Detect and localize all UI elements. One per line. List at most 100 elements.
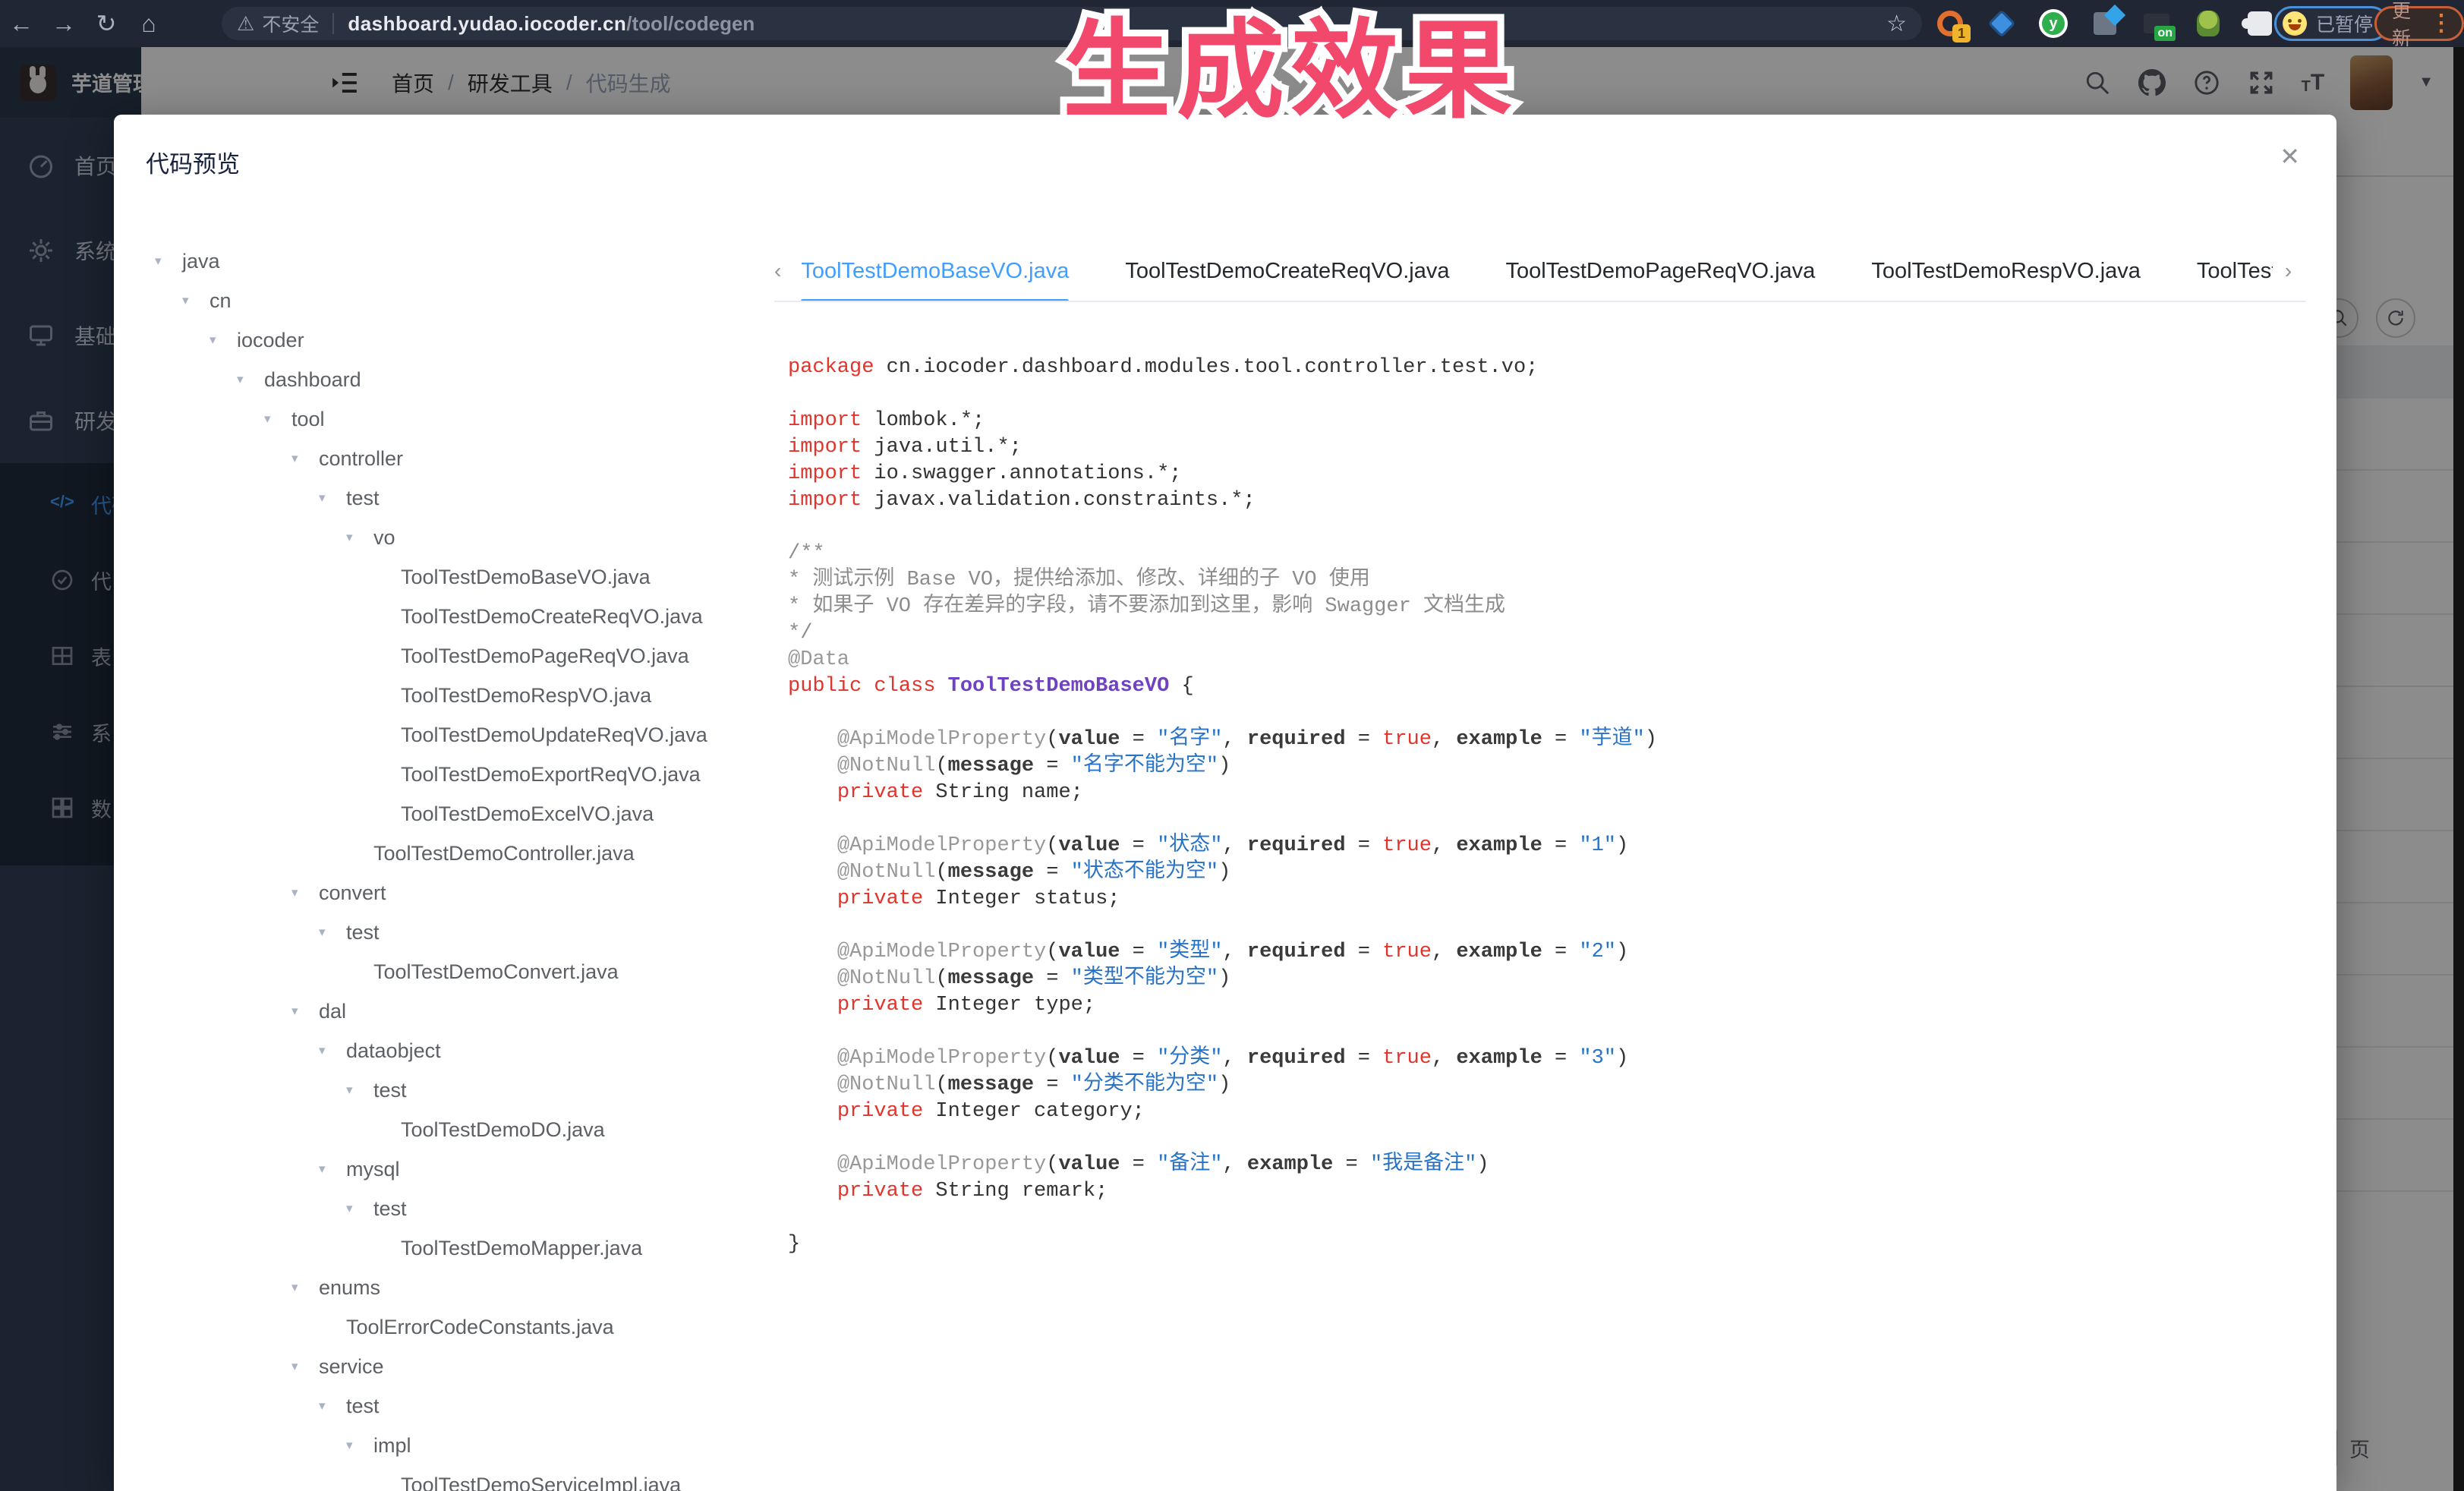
tree-node[interactable]: ToolTestDemoExcelVO.java xyxy=(114,794,782,834)
caret-down-icon[interactable]: ▾ xyxy=(319,1043,346,1058)
code-line xyxy=(788,1205,2321,1231)
tree-node[interactable]: ▾test xyxy=(114,1386,782,1426)
caret-down-icon[interactable]: ▾ xyxy=(319,490,346,506)
security-warning-icon[interactable]: ⚠ xyxy=(237,12,254,36)
tab-file-3[interactable]: ToolTestDemoPageReqVO.java xyxy=(1505,241,1815,301)
extension-icon-grid[interactable] xyxy=(2089,8,2121,39)
caret-down-icon[interactable]: ▾ xyxy=(346,1083,373,1098)
tree-node[interactable]: ToolTestDemoController.java xyxy=(114,834,782,873)
close-icon[interactable]: ✕ xyxy=(2280,142,2300,171)
code-line: @ApiModelProperty(value = "状态", required… xyxy=(788,833,2321,859)
code-line: private Integer type; xyxy=(788,992,2321,1019)
tree-node[interactable]: ▾java xyxy=(114,241,782,281)
tree-node[interactable]: ▾mysql xyxy=(114,1149,782,1189)
caret-down-icon[interactable]: ▾ xyxy=(182,293,210,308)
caret-down-icon[interactable]: ▾ xyxy=(346,530,373,545)
forward-icon[interactable]: → xyxy=(43,10,85,38)
tree-node-label: convert xyxy=(319,881,386,905)
code-line: /** xyxy=(788,541,2321,567)
url-path[interactable]: /tool/codegen xyxy=(626,12,755,36)
tree-node[interactable]: ToolTestDemoMapper.java xyxy=(114,1228,782,1268)
tree-node[interactable]: ▾dal xyxy=(114,991,782,1031)
code-line: */ xyxy=(788,620,2321,647)
caret-down-icon[interactable]: ▾ xyxy=(319,925,346,940)
back-icon[interactable]: ← xyxy=(0,10,43,38)
code-preview-dialog: 代码预览 ✕ ▾java▾cn▾iocoder▾dashboard▾tool▾c… xyxy=(114,115,2336,1491)
code-line: @NotNull(message = "类型不能为空") xyxy=(788,966,2321,992)
caret-down-icon[interactable]: ▾ xyxy=(346,1438,373,1453)
browser-update-button[interactable]: 更新 ⋮ xyxy=(2374,6,2464,41)
code-viewer: package cn.iocoder.dashboard.modules.too… xyxy=(788,355,2321,1491)
caret-down-icon[interactable]: ▾ xyxy=(264,411,291,427)
code-line: @ApiModelProperty(value = "备注", example … xyxy=(788,1152,2321,1178)
tree-node-label: dashboard xyxy=(264,368,361,392)
home-icon[interactable]: ⌂ xyxy=(128,10,170,38)
tree-node[interactable]: ToolTestDemoRespVO.java xyxy=(114,676,782,715)
tree-node[interactable]: ▾test xyxy=(114,913,782,952)
tab-file-4[interactable]: ToolTestDemoRespVO.java xyxy=(1871,241,2141,301)
tree-node-label: test xyxy=(346,487,380,510)
profile-paused-badge[interactable]: 已暂停 xyxy=(2274,6,2389,41)
bookmark-star-icon[interactable]: ☆ xyxy=(1886,11,1907,37)
tree-node[interactable]: ToolTestDemoBaseVO.java xyxy=(114,557,782,597)
tab-file-5[interactable]: ToolTestDemoUpdateReqVO.java xyxy=(2197,241,2273,301)
extension-icon-on-switch[interactable]: on xyxy=(2141,8,2173,39)
tree-node[interactable]: ToolTestDemoDO.java xyxy=(114,1110,782,1149)
caret-down-icon[interactable]: ▾ xyxy=(210,333,237,348)
tree-node[interactable]: ▾impl xyxy=(114,1426,782,1465)
window-edge xyxy=(2453,47,2464,1491)
file-tabs: ‹ ToolTestDemoBaseVO.java ToolTestDemoCr… xyxy=(774,241,2306,302)
tree-node[interactable]: ▾enums xyxy=(114,1268,782,1307)
caret-down-icon[interactable]: ▾ xyxy=(291,451,319,466)
code-line: private Integer status; xyxy=(788,886,2321,913)
tree-node[interactable]: ToolTestDemoPageReqVO.java xyxy=(114,636,782,676)
extension-icon-orange[interactable]: 1 xyxy=(1934,8,1966,39)
tree-node[interactable]: ToolTestDemoServiceImpl.java xyxy=(114,1465,782,1491)
code-line xyxy=(788,514,2321,541)
tree-node[interactable]: ▾iocoder xyxy=(114,320,782,360)
tree-node[interactable]: ▾test xyxy=(114,478,782,518)
tree-node[interactable]: ▾convert xyxy=(114,873,782,913)
tree-node[interactable]: ▾controller xyxy=(114,439,782,478)
security-label[interactable]: 不安全 xyxy=(262,10,319,37)
tree-node[interactable]: ▾cn xyxy=(114,281,782,320)
tree-node[interactable]: ▾dashboard xyxy=(114,360,782,399)
tree-node-label: mysql xyxy=(346,1158,400,1181)
caret-down-icon[interactable]: ▾ xyxy=(237,372,264,387)
tree-node-label: ToolTestDemoUpdateReqVO.java xyxy=(401,723,707,747)
caret-down-icon[interactable]: ▾ xyxy=(319,1398,346,1414)
code-line xyxy=(788,806,2321,833)
tree-node[interactable]: ToolTestDemoUpdateReqVO.java xyxy=(114,715,782,755)
caret-down-icon[interactable]: ▾ xyxy=(291,1359,319,1374)
tree-node[interactable]: ToolErrorCodeConstants.java xyxy=(114,1307,782,1347)
tree-node[interactable]: ▾tool xyxy=(114,399,782,439)
caret-down-icon[interactable]: ▾ xyxy=(155,254,182,269)
caret-down-icon[interactable]: ▾ xyxy=(291,1004,319,1019)
caret-down-icon[interactable]: ▾ xyxy=(346,1201,373,1216)
tree-node[interactable]: ▾test xyxy=(114,1189,782,1228)
tab-file-1[interactable]: ToolTestDemoBaseVO.java xyxy=(801,241,1069,301)
tree-node[interactable]: ▾vo xyxy=(114,518,782,557)
tree-node[interactable]: ▾service xyxy=(114,1347,782,1386)
reload-icon[interactable]: ↻ xyxy=(85,9,128,38)
extension-icon-y[interactable]: y xyxy=(2037,8,2069,39)
extensions-puzzle-icon[interactable] xyxy=(2244,8,2276,39)
tree-node[interactable]: ▾test xyxy=(114,1070,782,1110)
caret-down-icon[interactable]: ▾ xyxy=(291,885,319,900)
extension-icon-plant[interactable] xyxy=(2192,8,2224,39)
caret-down-icon[interactable]: ▾ xyxy=(319,1162,346,1177)
tree-node[interactable]: ToolTestDemoCreateReqVO.java xyxy=(114,597,782,636)
chevron-right-icon[interactable]: › xyxy=(2285,259,2292,283)
extension-icon-gem[interactable] xyxy=(1986,8,2018,39)
tree-node[interactable]: ToolTestDemoConvert.java xyxy=(114,952,782,991)
browser-menu-icon[interactable]: ⋮ xyxy=(2430,12,2453,35)
tree-node[interactable]: ▾dataobject xyxy=(114,1031,782,1070)
url-host[interactable]: dashboard.yudao.iocoder.cn xyxy=(348,12,626,36)
tree-node-label: enums xyxy=(319,1276,380,1300)
tab-file-2[interactable]: ToolTestDemoCreateReqVO.java xyxy=(1125,241,1449,301)
code-line xyxy=(788,913,2321,939)
chevron-left-icon[interactable]: ‹ xyxy=(774,259,781,283)
tree-node[interactable]: ToolTestDemoExportReqVO.java xyxy=(114,755,782,794)
caret-down-icon[interactable]: ▾ xyxy=(291,1280,319,1295)
tree-node-label: test xyxy=(346,1395,380,1418)
